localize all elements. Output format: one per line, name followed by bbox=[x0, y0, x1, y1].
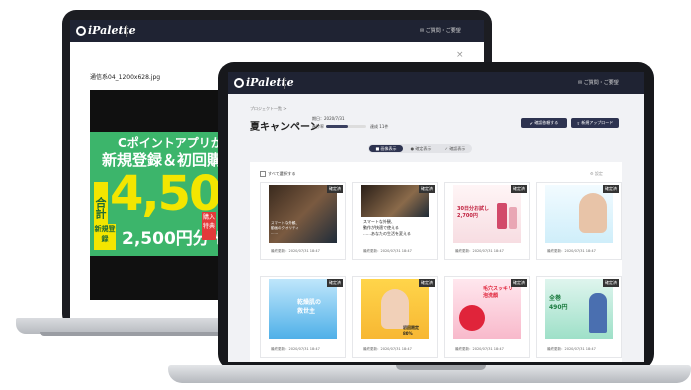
divider bbox=[126, 25, 127, 37]
front-laptop-notch bbox=[396, 365, 486, 370]
card-date: 最終更新：2020/07/31 18:47 bbox=[271, 249, 320, 253]
tab-image[interactable]: ■ 画像表示 bbox=[369, 145, 403, 152]
card-thumbnail bbox=[545, 185, 613, 243]
checkbox[interactable] bbox=[260, 171, 266, 177]
front-laptop-screen: iPalette ✉ ご質問・ご要望 プロジェクト一覧 > 夏キャンペーン 期日… bbox=[228, 72, 644, 362]
card-caption: 初回限定 80% bbox=[403, 325, 419, 336]
page-title: 夏キャンペーン bbox=[250, 122, 320, 133]
card-date: 最終更新：2020/07/31 18:47 bbox=[547, 249, 596, 253]
card-caption: 乾燥肌の 救世主 bbox=[297, 299, 322, 315]
divider bbox=[284, 77, 285, 89]
card-badge: 確定済 bbox=[419, 185, 435, 193]
request-review-button[interactable]: ✔ 確認依頼する bbox=[521, 118, 567, 128]
card-date: 最終更新：2020/07/31 18:47 bbox=[363, 347, 412, 351]
card-badge: 確定済 bbox=[419, 279, 435, 287]
mail-icon: ✉ bbox=[578, 80, 583, 86]
card-caption: スマートな外観、 動作が快適で使える ……あなたの生活を変える bbox=[363, 219, 411, 236]
banner-right-tag: 購入特典 bbox=[202, 212, 216, 240]
tab-review[interactable]: ✓ 確認表示 bbox=[438, 145, 472, 152]
product-bottle bbox=[497, 203, 507, 229]
card-badge: 確定済 bbox=[603, 185, 619, 193]
card-caption: 毛穴スッキリ 泡洗顔 bbox=[483, 286, 514, 299]
progress-text: 達成 11件 bbox=[370, 124, 389, 129]
tab-confirmed[interactable]: ● 確定表示 bbox=[404, 145, 438, 152]
progress-label: 進捗率 bbox=[312, 124, 324, 129]
model-photo bbox=[381, 289, 409, 329]
logo-icon bbox=[76, 26, 86, 36]
upload-button[interactable]: ⇪ 新規アップロード bbox=[571, 118, 619, 128]
help-link[interactable]: ✉ ご質問・ご要望 bbox=[420, 27, 461, 34]
image-card[interactable]: 確定済 最終更新：2020/07/31 18:47 bbox=[536, 182, 622, 260]
breadcrumb[interactable]: プロジェクト一覧 > bbox=[250, 106, 287, 112]
image-card[interactable]: 30日分お試し 2,700円 確定済 最終更新：2020/07/31 18:47 bbox=[444, 182, 530, 260]
card-date: 最終更新：2020/07/31 18:47 bbox=[271, 347, 320, 351]
card-badge: 確定済 bbox=[327, 185, 343, 193]
check-icon: ✓ bbox=[444, 146, 449, 151]
card-caption: スマートな外観、 動画のクオリティ …… bbox=[271, 221, 299, 235]
grid-icon: ■ bbox=[375, 146, 380, 151]
image-card[interactable]: スマートな外観、 動画のクオリティ …… 確定済 最終更新：2020/07/31… bbox=[260, 182, 346, 260]
image-card[interactable]: 全巻 490円 確定済 最終更新：2020/07/31 18:47 bbox=[536, 276, 622, 358]
image-card[interactable]: 毛穴スッキリ 泡洗顔 確定済 最終更新：2020/07/31 18:47 bbox=[444, 276, 530, 358]
select-all[interactable]: すべて選択する bbox=[260, 171, 296, 177]
file-name: 通信系04_1200x628.jpg bbox=[90, 74, 161, 81]
front-topbar: iPalette ✉ ご質問・ご要望 bbox=[228, 72, 644, 94]
upload-icon: ⇪ bbox=[576, 120, 581, 126]
mail-icon: ✉ bbox=[420, 28, 425, 34]
progress-fill bbox=[326, 125, 348, 128]
product-bottle bbox=[509, 207, 517, 229]
strawberry-image bbox=[459, 305, 485, 331]
deadline: 期日：2020/7/31 bbox=[312, 116, 345, 121]
card-badge: 確定済 bbox=[603, 279, 619, 287]
help-link[interactable]: ✉ ご質問・ご要望 bbox=[578, 79, 619, 86]
card-date: 最終更新：2020/07/31 18:47 bbox=[363, 249, 412, 253]
character-image bbox=[589, 293, 607, 333]
card-date: 最終更新：2020/07/31 18:47 bbox=[455, 347, 504, 351]
image-card[interactable]: 初回限定 80% 確定済 最終更新：2020/07/31 18:47 bbox=[352, 276, 438, 358]
card-badge: 確定済 bbox=[511, 185, 527, 193]
card-caption: 30日分お試し 2,700円 bbox=[457, 206, 489, 219]
card-date: 最終更新：2020/07/31 18:47 bbox=[455, 249, 504, 253]
image-card[interactable]: スマートな外観、 動作が快適で使える ……あなたの生活を変える 確定済 最終更新… bbox=[352, 182, 438, 260]
card-caption: 全巻 490円 bbox=[549, 295, 568, 311]
back-topbar: iPalette ✉ ご質問・ご要望 bbox=[70, 20, 484, 42]
image-card[interactable]: 乾燥肌の 救世主 確定済 最終更新：2020/07/31 18:47 bbox=[260, 276, 346, 358]
banner-side-label: 新規登録 bbox=[94, 224, 116, 250]
card-badge: 確定済 bbox=[327, 279, 343, 287]
settings-icon: ⚙ bbox=[590, 171, 594, 176]
card-date: 最終更新：2020/07/31 18:47 bbox=[547, 347, 596, 351]
model-photo bbox=[579, 193, 607, 233]
check-icon: ✔ bbox=[529, 120, 534, 126]
close-icon[interactable]: × bbox=[456, 50, 464, 60]
circle-icon: ● bbox=[410, 146, 415, 151]
card-badge: 確定済 bbox=[511, 279, 527, 287]
filter-button[interactable]: ⚙ 設定 bbox=[590, 171, 603, 177]
logo-icon bbox=[234, 78, 244, 88]
progress-bar bbox=[326, 125, 366, 128]
